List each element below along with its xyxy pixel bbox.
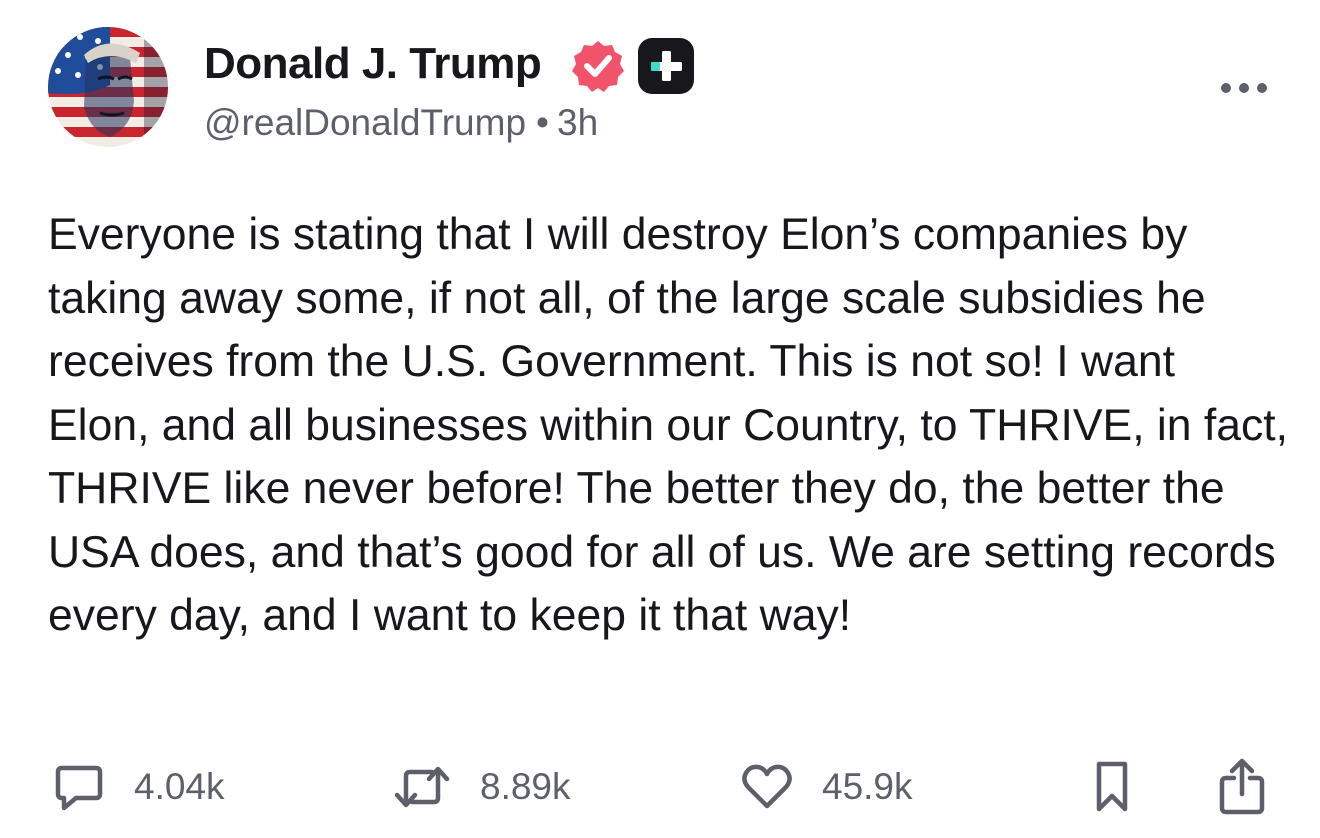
like-button[interactable]: 45.9k [740,758,913,816]
restruth-icon [394,766,450,808]
avatar-flag-portrait-icon [48,27,168,147]
bookmark-icon [1096,761,1128,812]
reply-icon [55,765,103,811]
share-icon [1219,758,1265,815]
reply-count: 4.04k [134,766,225,807]
author-handle[interactable]: @realDonaldTrump [204,102,526,143]
post-timestamp[interactable]: 3h [557,102,598,143]
truth-post: Donald J. Trump @realDonaldTrump • 3h Ever… [0,0,1320,838]
more-options-button[interactable] [1218,74,1270,102]
reply-button[interactable]: 4.04k [52,758,225,816]
share-button[interactable] [1216,758,1268,816]
author-meta: @realDonaldTrump • 3h [204,100,598,146]
verified-badge-icon [570,38,626,94]
post-text: Everyone is stating that I will destroy … [48,210,1289,640]
heart-icon [742,764,792,809]
restruth-button[interactable]: 8.89k [392,758,571,816]
like-count: 45.9k [822,766,913,807]
restruth-count: 8.89k [480,766,571,807]
author-avatar[interactable] [48,27,168,147]
bookmark-button[interactable] [1092,758,1132,816]
author-display-name[interactable]: Donald J. Trump [204,38,542,90]
more-dots-icon [1221,83,1267,93]
meta-separator: • [536,102,550,143]
truth-plus-icon [638,38,694,94]
